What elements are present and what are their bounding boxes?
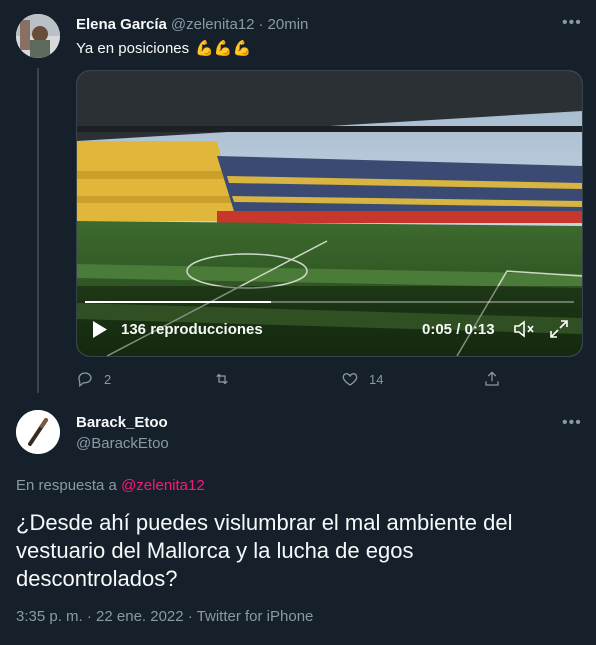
video-duration: 0:13 bbox=[464, 321, 495, 338]
header-separator: · bbox=[258, 16, 264, 33]
tweet-text-body: Ya en posiciones bbox=[76, 39, 190, 57]
avatar-image bbox=[16, 14, 60, 58]
like-count: 14 bbox=[369, 371, 384, 387]
replying-to-prefix: En respuesta a bbox=[16, 477, 117, 494]
video-current-time: 0:05 bbox=[422, 321, 453, 338]
retweet-icon bbox=[216, 373, 228, 385]
stadium-video-frame bbox=[77, 71, 582, 356]
video-controls: 136 reproducciones 0:05 / 0:13 bbox=[77, 315, 582, 345]
reply-button[interactable]: 2 bbox=[76, 370, 111, 388]
share-button[interactable] bbox=[483, 370, 501, 388]
author-name[interactable]: Elena García bbox=[76, 16, 167, 33]
video-player[interactable]: 136 reproducciones 0:05 / 0:13 bbox=[76, 70, 583, 357]
replying-to: En respuesta a @zelenita12 bbox=[16, 477, 205, 494]
replying-to-handle[interactable]: @zelenita12 bbox=[121, 477, 205, 494]
tweet-header: Elena García @zelenita12 · 20min bbox=[76, 16, 308, 33]
reply-text: ¿Desde ahí puedes vislumbrar el mal ambi… bbox=[16, 510, 513, 591]
video-progress-fill bbox=[85, 301, 271, 303]
avatar[interactable] bbox=[16, 410, 60, 454]
reply-icon bbox=[78, 372, 92, 388]
video-progress-bar[interactable] bbox=[85, 301, 574, 303]
flexed-biceps-emoji: 💪💪💪 bbox=[195, 40, 252, 57]
avatar[interactable] bbox=[16, 14, 60, 58]
tweet-time[interactable]: 20min bbox=[268, 16, 309, 33]
author-handle[interactable]: @zelenita12 bbox=[171, 16, 255, 33]
video-time: 0:05 / 0:13 bbox=[422, 321, 495, 338]
share-icon bbox=[485, 371, 499, 386]
play-icon[interactable] bbox=[93, 321, 107, 342]
reply-count: 2 bbox=[104, 371, 112, 387]
reply-timestamp[interactable]: 3:35 p. m. · 22 ene. 2022 · Twitter for … bbox=[16, 608, 313, 625]
more-options-icon[interactable]: ••• bbox=[562, 14, 582, 32]
retweet-button[interactable] bbox=[213, 370, 241, 388]
reply-author-name[interactable]: Barack_Etoo bbox=[76, 414, 168, 431]
thread-connector-line bbox=[37, 68, 39, 393]
volume-muted-icon[interactable] bbox=[513, 319, 535, 343]
tweet-text: Ya en posiciones 💪💪💪 bbox=[76, 39, 252, 58]
fullscreen-icon[interactable] bbox=[549, 319, 569, 343]
more-options-icon[interactable]: ••• bbox=[562, 414, 582, 432]
like-button[interactable]: 14 bbox=[341, 370, 383, 388]
avatar-image bbox=[16, 410, 60, 454]
view-count: 136 reproducciones bbox=[121, 321, 263, 338]
heart-icon bbox=[342, 373, 358, 386]
reply-author-handle[interactable]: @BarackEtoo bbox=[76, 435, 169, 452]
